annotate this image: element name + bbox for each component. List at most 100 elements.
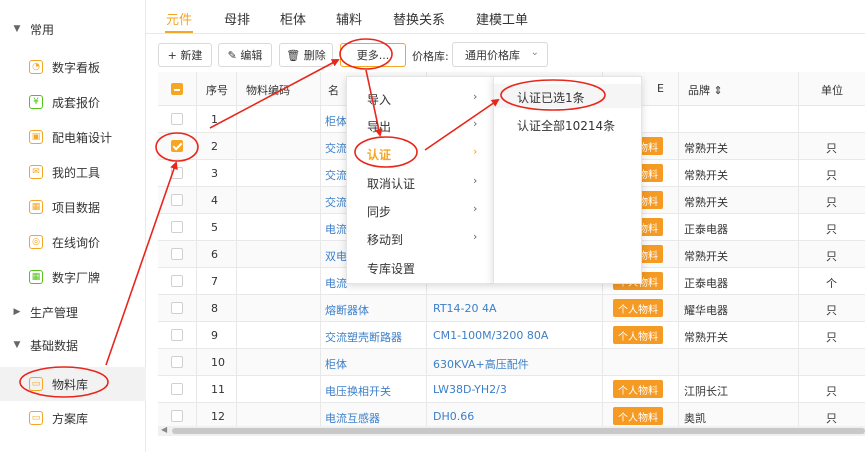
submenu-item-label: 认证全部10214条 (517, 119, 616, 133)
menu-item-uncertify[interactable]: 取消认证 › (347, 170, 495, 194)
tab-cabinet[interactable]: 柜体 (280, 9, 306, 28)
menu-item-move-to[interactable]: 移动到 › (347, 226, 495, 250)
sidebar-group-production[interactable]: ▶ 生产管理 (0, 298, 146, 326)
cell-name[interactable]: 电流 (325, 275, 347, 291)
cell-name[interactable]: 双电 (325, 248, 347, 264)
scrollbar-thumb[interactable] (172, 428, 865, 434)
cell-seq: 5 (211, 221, 218, 234)
row-checkbox[interactable] (171, 248, 183, 260)
row-checkbox[interactable] (171, 113, 183, 125)
cell-unit: 只 (826, 223, 837, 236)
sidebar-item-my-tools[interactable]: ✉ 我的工具 (0, 158, 146, 186)
chevron-right-icon: › (473, 90, 478, 103)
horizontal-scrollbar[interactable]: ◀ (158, 425, 865, 436)
sidebar-item-quotation[interactable]: ¥ 成套报价 (0, 88, 146, 116)
more-button[interactable]: 更多... (340, 43, 406, 67)
sidebar-item-label: 数字看板 (52, 60, 101, 75)
price-library-select[interactable]: 通用价格库 ⌄ (452, 42, 548, 67)
cell-name[interactable]: 熔断器体 (325, 302, 369, 318)
cell-name[interactable]: 柜体 (325, 113, 347, 129)
table-row[interactable]: 11 电压换相开关 LW38D-YH2/3 个人物料 江阴长江 只 (158, 376, 865, 403)
sidebar-group-label: 基础数据 (30, 338, 79, 353)
sidebar-item-dashboard[interactable]: ◔ 数字看板 (0, 53, 146, 81)
table-row[interactable]: 10 柜体 630KVA+高压配件 (158, 349, 865, 376)
header-code: 物料编码 (246, 84, 290, 97)
delete-button[interactable]: 🗑 删除 (279, 43, 333, 67)
row-checkbox[interactable] (171, 167, 183, 179)
cell-name[interactable]: 交流 (325, 140, 347, 156)
grid-icon: ▦ (29, 200, 43, 214)
tab-replacement[interactable]: 替换关系 (393, 9, 445, 28)
menu-item-label: 导出 (367, 120, 392, 134)
sidebar-item-scheme-library[interactable]: ▭ 方案库 (0, 404, 146, 432)
cell-name[interactable]: 交流 (325, 167, 347, 183)
sidebar-item-distribution-design[interactable]: ▣ 配电箱设计 (0, 123, 146, 151)
row-checkbox[interactable] (171, 329, 183, 341)
column-divider (678, 72, 679, 426)
sidebar-item-digital-brand[interactable]: ▦ 数字厂牌 (0, 263, 146, 291)
header-unit: 单位 (821, 84, 843, 97)
menu-item-sync[interactable]: 同步 › (347, 198, 495, 222)
menu-item-export[interactable]: 导出 › (347, 113, 495, 137)
cell-brand: 江阴长江 (684, 385, 728, 398)
table-row[interactable]: 9 交流塑壳断路器 CM1-100M/3200 80A 个人物料 常熟开关 只 (158, 322, 865, 349)
sidebar-item-label: 配电箱设计 (52, 130, 113, 145)
sidebar-item-label: 数字厂牌 (52, 270, 101, 285)
sidebar-item-material-library[interactable]: ▭ 物料库 (0, 367, 146, 401)
new-button[interactable]: + 新建 (158, 43, 212, 67)
cell-unit: 只 (826, 304, 837, 317)
tab-busbar[interactable]: 母排 (224, 9, 250, 28)
header-brand[interactable]: 品牌 ⇕ (688, 82, 723, 98)
caret-down-icon: ▼ (13, 24, 21, 34)
row-checkbox[interactable] (171, 140, 183, 152)
cell-seq: 9 (211, 329, 218, 342)
row-checkbox[interactable] (171, 356, 183, 368)
cell-name[interactable]: 电流互感器 (325, 410, 380, 426)
table-row[interactable]: 8 熔断器体 RT14-20 4A 个人物料 耀华电器 只 (158, 295, 865, 322)
cell-seq: 7 (211, 275, 218, 288)
select-all-checkbox[interactable] (171, 83, 183, 95)
sidebar-item-project-data[interactable]: ▦ 项目数据 (0, 193, 146, 221)
apps-icon: ▦ (29, 270, 43, 284)
submenu-item-certify-selected[interactable]: 认证已选1条 (494, 84, 641, 108)
row-checkbox[interactable] (171, 221, 183, 233)
header-badge: E (657, 82, 664, 95)
row-checkbox[interactable] (171, 383, 183, 395)
menu-item-certify[interactable]: 认证 › (347, 141, 495, 165)
cell-name[interactable]: 柜体 (325, 356, 347, 372)
submenu-item-certify-all[interactable]: 认证全部10214条 (494, 112, 641, 136)
scheme-icon: ▭ (29, 411, 43, 425)
tab-accessories[interactable]: 辅料 (336, 9, 362, 28)
column-divider (236, 72, 237, 426)
sidebar-group-common[interactable]: ▼ 常用 (0, 15, 146, 43)
row-checkbox[interactable] (171, 275, 183, 287)
header-seq: 序号 (206, 84, 228, 97)
cell-name[interactable]: 电流 (325, 221, 347, 237)
menu-item-library-settings[interactable]: 专库设置 (347, 255, 495, 279)
row-checkbox[interactable] (171, 410, 183, 422)
inquiry-icon: ◎ (29, 235, 43, 249)
cell-name[interactable]: 交流塑壳断路器 (325, 329, 402, 345)
cell-unit: 只 (826, 142, 837, 155)
sidebar-item-online-inquiry[interactable]: ◎ 在线询价 (0, 228, 146, 256)
cell-seq: 3 (211, 167, 218, 180)
cell-spec: 630KVA+高压配件 (433, 358, 529, 371)
cell-spec: RT14-20 4A (433, 302, 497, 315)
cell-unit: 只 (826, 331, 837, 344)
scroll-left-icon[interactable]: ◀ (161, 425, 167, 434)
cell-brand: 耀华电器 (684, 304, 728, 317)
cell-brand: 奥凯 (684, 412, 706, 425)
cell-seq: 8 (211, 302, 218, 315)
edit-button[interactable]: ✎ 编辑 (218, 43, 272, 67)
cell-unit: 只 (826, 412, 837, 425)
cell-name[interactable]: 电压换相开关 (325, 383, 391, 399)
column-divider (196, 72, 197, 426)
tab-components[interactable]: 元件 (166, 9, 192, 28)
cell-seq: 11 (211, 383, 225, 396)
cell-name[interactable]: 交流 (325, 194, 347, 210)
row-checkbox[interactable] (171, 302, 183, 314)
tab-modeling-order[interactable]: 建模工单 (476, 9, 528, 28)
row-checkbox[interactable] (171, 194, 183, 206)
menu-item-import[interactable]: 导入 › (347, 86, 495, 110)
sidebar-group-basic-data[interactable]: ▼ 基础数据 (0, 331, 146, 359)
